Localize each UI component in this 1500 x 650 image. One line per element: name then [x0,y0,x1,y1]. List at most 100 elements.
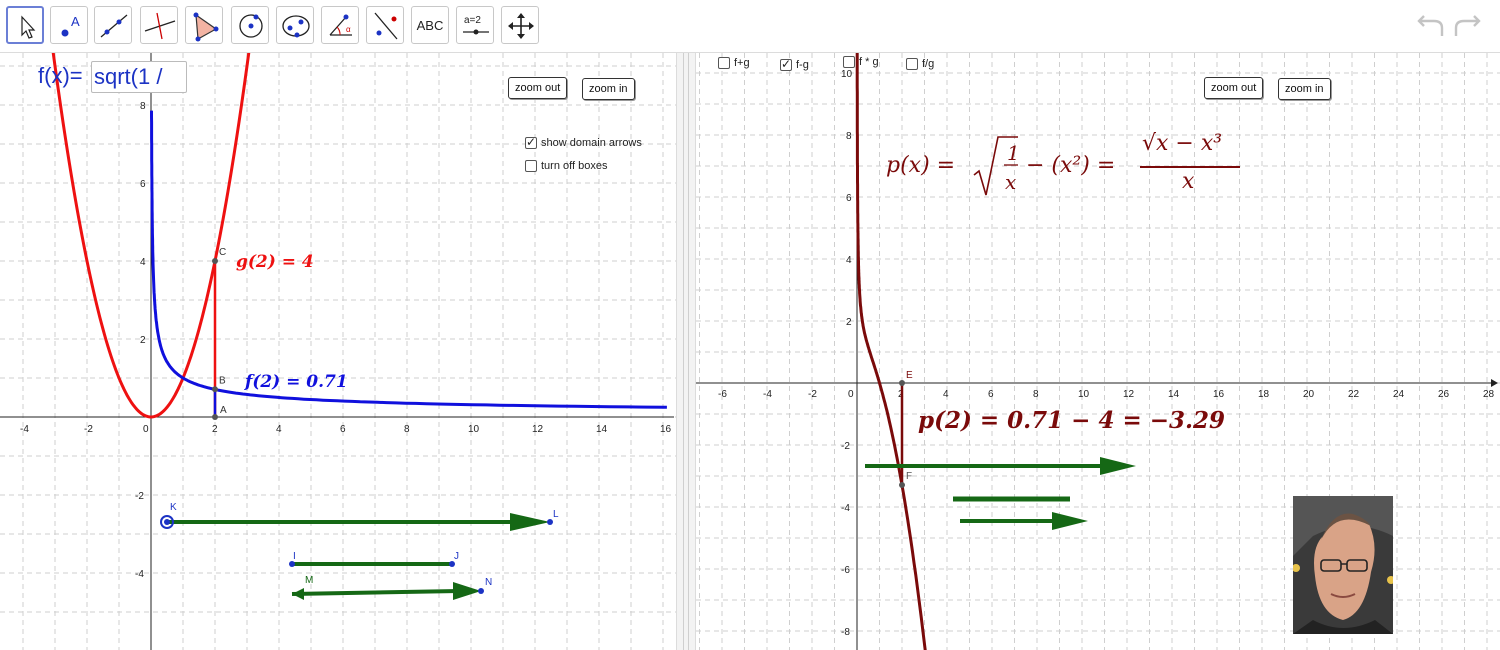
reflect-icon [374,12,398,40]
circle-tool-button[interactable] [231,6,269,44]
x-tick-label: 16 [1213,389,1225,400]
checkbox-unchecked-icon[interactable] [906,58,918,70]
y-tick-label: 8 [846,131,852,142]
y-tick-label: 6 [846,193,852,204]
zoom-out-button-right[interactable]: zoom out [1204,77,1264,99]
y-tick-label: -8 [841,627,850,638]
slider-tool-label: a=2 [464,15,481,26]
x-tick-label: -2 [808,389,817,400]
zoom-in-button-right[interactable]: zoom in [1278,78,1331,100]
point-E [899,380,905,386]
y-tick-label: 2 [140,335,146,346]
arrow-MN-shaft [291,589,460,596]
point-C [212,258,218,264]
right-graphics-view[interactable]: -6-4-20246810121416182022242628108642-2-… [696,53,1500,650]
show-domain-arrows-label: show domain arrows [541,137,642,149]
undo-icon[interactable] [1414,14,1448,40]
f-minus-g-checkbox[interactable]: f-g [780,57,809,71]
checkbox-unchecked-icon[interactable] [525,160,537,172]
redo-icon[interactable] [1450,14,1484,40]
zoom-out-button-left[interactable]: zoom out [508,77,568,99]
point-N [478,588,484,594]
y-tick-label: 8 [140,101,146,112]
text-icon: ABC [416,18,444,33]
x-tick-label: 10 [1078,389,1090,400]
left-graphics-view[interactable]: -4 -2 0 2 4 6 8 10 12 14 16 8 6 4 2 -2 -4 A B C K L I J M N f(x)=… [0,53,676,650]
point-B [212,386,218,393]
f-plus-g-checkbox[interactable]: f+g [718,57,750,69]
y-tick-label: 6 [140,179,146,190]
arrow-cursor-icon [21,15,36,39]
point-label-F: F [906,471,912,482]
perpendicular-tool-button[interactable] [140,6,178,44]
angle-tool-button[interactable]: α [321,6,359,44]
checkbox-unchecked-icon[interactable] [843,56,855,68]
portrait-photo [1293,496,1393,634]
f-div-g-checkbox[interactable]: f/g [906,58,934,70]
point-label-C: C [219,247,226,258]
formula-lhs: p(x) = [886,153,956,178]
x-tick-label: 0 [848,389,854,400]
x-axis-arrow [1491,379,1498,387]
move-view-tool-button[interactable] [501,6,539,44]
checkbox-checked-icon[interactable] [525,135,537,149]
view-divider[interactable] [676,53,696,650]
x-tick-label: -4 [763,389,772,400]
line-tool-button[interactable] [94,6,132,44]
checkbox-unchecked-icon[interactable] [718,57,730,69]
text-tool-button[interactable]: ABC [411,6,449,44]
f-minus-g-label: f-g [796,59,809,71]
y-tick-label: 4 [140,257,146,268]
p-value-label: p(2) = 0.71 − 4 = −3.29 [918,407,1226,434]
show-domain-arrows-checkbox[interactable]: show domain arrows [525,135,642,149]
y-tick-label: 4 [846,255,852,266]
g-value-label: g(2) = 4 [236,252,314,272]
x-tick-label: 6 [340,424,346,435]
point-A [212,414,218,420]
function-input-field[interactable]: sqrt(1 / [91,61,187,93]
x-tick-label: 8 [404,424,410,435]
slider-tool-button[interactable]: a=2 [456,6,494,44]
arrow-KL-head [510,513,550,531]
x-tick-label: 12 [1123,389,1135,400]
toolbar: A α ABC a=2 [0,0,1500,53]
x-tick-label: 28 [1483,389,1495,400]
x-tick-label: -6 [718,389,727,400]
move-tool-button[interactable] [6,6,44,44]
arrow-top-head [1100,457,1136,475]
y-tick-label: -2 [841,441,850,452]
turn-off-boxes-label: turn off boxes [541,160,608,172]
x-tick-label: 14 [596,424,608,435]
point-K [164,519,170,525]
formula-denominator: x [1182,169,1195,194]
point-label-B: B [219,375,226,386]
point-tool-label: A [71,14,80,29]
x-tick-label: 12 [532,424,544,435]
conic-tool-button[interactable] [276,6,314,44]
circle-center-icon [239,14,263,38]
y-tick-label: -4 [841,503,850,514]
x-tick-label: 22 [1348,389,1360,400]
fraction-bar [1140,166,1240,168]
reflect-tool-button[interactable] [366,6,404,44]
checkbox-checked-icon[interactable] [780,57,792,71]
x-tick-label: 20 [1303,389,1315,400]
arrow-MN-head [453,582,481,600]
point-icon: A [61,14,80,37]
x-tick-label: 4 [943,389,949,400]
point-tool-button[interactable]: A [50,6,88,44]
x-tick-label: 10 [468,424,480,435]
zoom-in-button-left[interactable]: zoom in [582,78,635,100]
polygon-tool-button[interactable] [185,6,223,44]
y-tick-label: -6 [841,565,850,576]
arrow-bottom-head [1052,512,1088,530]
svg-text:x: x [1005,170,1016,194]
y-tick-label: 10 [841,69,853,80]
f-times-g-checkbox[interactable]: f * g [843,56,879,68]
point-label-L: L [553,509,559,520]
f-curve [150,110,667,409]
point-label-N: N [485,577,492,588]
turn-off-boxes-checkbox[interactable]: turn off boxes [525,160,607,172]
point-label-K: K [170,502,177,513]
f-value-label: f(2) = 0.71 [245,372,348,392]
